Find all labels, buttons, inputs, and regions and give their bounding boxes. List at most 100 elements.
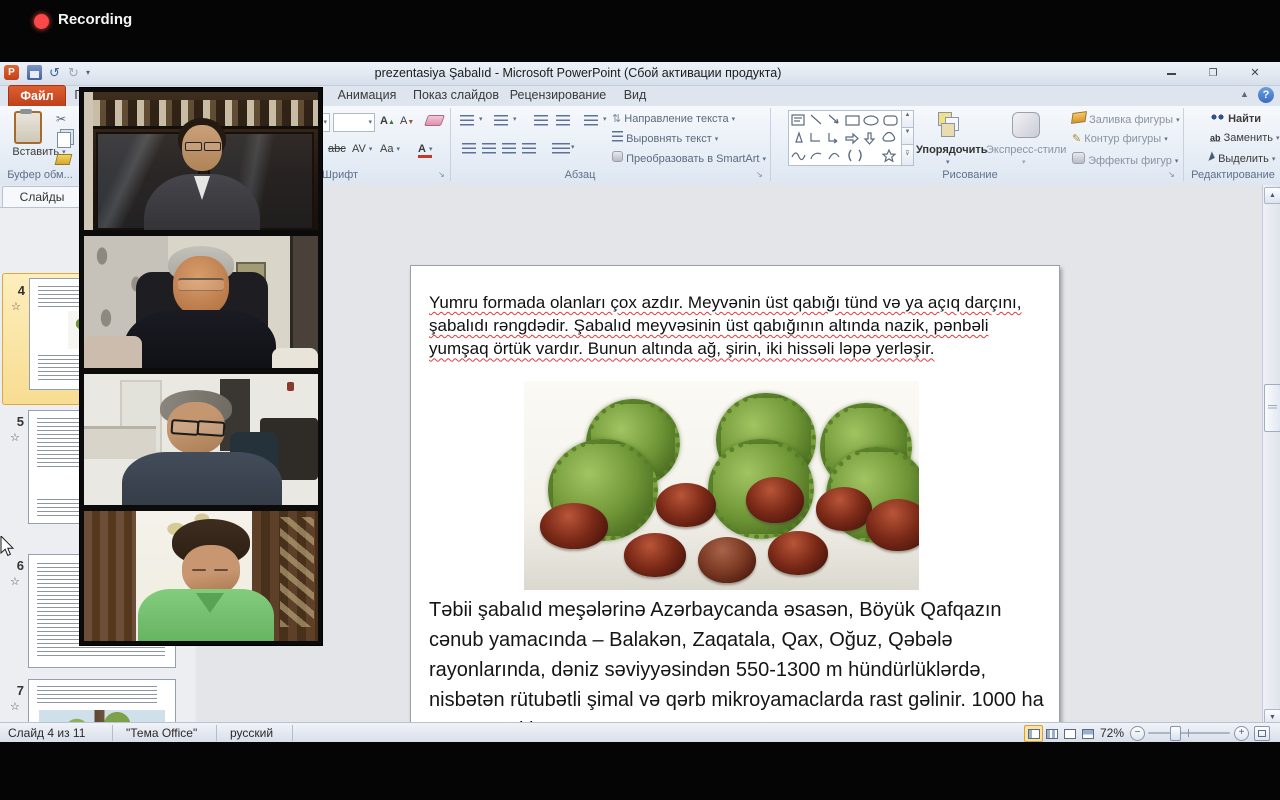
decrease-indent-icon[interactable] — [534, 115, 548, 126]
minimize-button[interactable] — [1158, 66, 1184, 81]
animation-star-icon[interactable]: ☆ — [10, 575, 24, 588]
tab-animation[interactable]: Анимация — [330, 85, 404, 106]
video-participant-4[interactable] — [84, 511, 318, 641]
help-icon[interactable]: ? — [1258, 87, 1274, 103]
blanket — [84, 336, 142, 368]
quick-styles-dropdown-icon: ▾ — [1022, 158, 1026, 166]
bottom-screen-bar — [0, 742, 1280, 800]
align-left-icon[interactable] — [462, 143, 476, 154]
close-button[interactable] — [1242, 66, 1268, 81]
numbering-icon[interactable] — [494, 115, 508, 126]
chestnut-image[interactable] — [524, 381, 919, 590]
scrollbar-thumb[interactable] — [1264, 384, 1280, 432]
replace-button[interactable]: a̲b̲ Заменить — [1210, 132, 1280, 144]
find-button[interactable]: Найти — [1210, 112, 1261, 125]
animation-star-icon[interactable]: ☆ — [10, 431, 24, 444]
slide-canvas[interactable]: Yumru formada olanları çox azdır. Meyvən… — [410, 265, 1060, 753]
slides-tab[interactable]: Слайды — [2, 186, 82, 208]
tab-review[interactable]: Рецензирование — [506, 85, 610, 106]
animation-star-icon[interactable]: ☆ — [11, 300, 25, 313]
normal-view-button[interactable] — [1024, 725, 1043, 742]
line-spacing-dropdown[interactable] — [600, 113, 607, 125]
grow-font-button[interactable]: А▲ — [380, 115, 395, 127]
theme-name: "Тема Office" — [126, 726, 197, 740]
screen: Recording P ↺ ↻ ▾ prezentasiya Şabalıd -… — [0, 0, 1280, 800]
tab-slideshow[interactable]: Показ слайдов — [408, 85, 504, 106]
reading-view-button[interactable] — [1060, 725, 1079, 742]
bullets-dropdown[interactable] — [476, 113, 483, 125]
title-bar: P ↺ ↻ ▾ prezentasiya Şabalıd - Microsoft… — [0, 62, 1280, 86]
zoom-out-icon[interactable]: − — [1130, 726, 1145, 741]
language-indicator[interactable]: русский — [230, 726, 273, 740]
recording-bar: Recording — [0, 0, 1280, 62]
justify-icon[interactable] — [522, 143, 536, 154]
character-spacing-button[interactable]: AV — [352, 143, 372, 155]
line-spacing-icon[interactable] — [584, 115, 598, 126]
increase-indent-icon[interactable] — [556, 115, 570, 126]
clear-formatting-icon[interactable] — [424, 115, 445, 126]
recording-dot-icon — [34, 14, 49, 29]
video-call-strip — [80, 88, 322, 645]
editing-group-label: Редактирование — [1186, 169, 1280, 183]
stair-rail — [280, 517, 314, 627]
vertical-scrollbar[interactable]: ▲ ▼ ▲▲ ▼▼ — [1262, 185, 1280, 780]
text-direction-button[interactable]: ⇅ Направление текста — [612, 112, 735, 125]
zoom-slider-track[interactable] — [1148, 732, 1230, 734]
copy-icon[interactable] — [57, 132, 71, 148]
zoom-in-icon[interactable]: + — [1234, 726, 1249, 741]
slideshow-view-button[interactable] — [1078, 725, 1097, 742]
quick-styles-button[interactable]: Экспресс-стили — [986, 144, 1066, 156]
slide-number: 4 — [9, 283, 25, 298]
status-bar: Слайд 4 из 11 "Тема Office" русский 72% … — [0, 722, 1280, 743]
participant-2-body — [124, 310, 276, 368]
collapse-ribbon-icon[interactable]: ▲ — [1240, 89, 1249, 99]
shapes-more-icon[interactable]: ⊽ — [901, 144, 914, 166]
tab-file[interactable]: Файл — [8, 85, 66, 107]
shape-outline-button[interactable]: ✎ Контур фигуры — [1072, 132, 1168, 145]
video-participant-1[interactable] — [84, 92, 318, 230]
arrange-icon[interactable] — [938, 112, 960, 134]
scroll-up-icon[interactable]: ▲ — [1264, 187, 1280, 204]
animation-star-icon[interactable]: ☆ — [10, 700, 24, 713]
wall-alarm — [287, 382, 294, 391]
curtain-left — [84, 511, 136, 641]
slide-number: 7 — [8, 683, 24, 698]
participant-3-glasses — [171, 419, 200, 436]
video-participant-3[interactable] — [84, 374, 318, 505]
shapes-gallery[interactable] — [788, 110, 902, 166]
shrink-font-button[interactable]: А▼ — [400, 115, 414, 127]
strikethrough-button[interactable]: abc — [328, 143, 346, 155]
shape-effects-button[interactable]: Эффекты фигур — [1072, 152, 1178, 167]
select-button[interactable]: Выделить — [1210, 152, 1275, 165]
zoom-slider-midtick — [1188, 729, 1189, 737]
numbering-dropdown[interactable] — [510, 113, 517, 125]
paragraph-dialog-launcher-icon[interactable]: ↘ — [756, 170, 766, 180]
zoom-slider-thumb[interactable] — [1170, 726, 1181, 741]
tab-view[interactable]: Вид — [614, 85, 656, 106]
bullets-icon[interactable] — [460, 115, 474, 126]
columns-dropdown[interactable] — [568, 141, 575, 153]
drawing-dialog-launcher-icon[interactable]: ↘ — [1168, 170, 1178, 180]
cut-icon[interactable]: ✂ — [56, 112, 66, 126]
font-size-combo[interactable] — [333, 113, 375, 132]
align-text-button[interactable]: Выровнять текст — [612, 131, 718, 145]
slide-sorter-button[interactable] — [1042, 725, 1061, 742]
participant-4-face — [182, 545, 240, 595]
align-center-icon[interactable] — [482, 143, 496, 154]
slide-text-block-1[interactable]: Yumru formada olanları çox azdır. Meyvən… — [429, 291, 1043, 361]
arrange-button[interactable]: Упорядочить — [916, 144, 984, 156]
zoom-percentage[interactable]: 72% — [1100, 726, 1124, 740]
shape-fill-button[interactable]: Заливка фигуры — [1072, 112, 1180, 126]
align-right-icon[interactable] — [502, 143, 516, 154]
quick-styles-icon[interactable] — [1012, 112, 1040, 138]
change-case-button[interactable]: Aa — [380, 143, 400, 155]
video-participant-2[interactable] — [84, 236, 318, 368]
participant-4-eye — [192, 569, 206, 571]
font-color-button[interactable]: А — [418, 143, 432, 158]
font-dialog-launcher-icon[interactable]: ↘ — [438, 170, 448, 180]
smartart-button[interactable]: Преобразовать в SmartArt — [612, 151, 766, 165]
paragraph-group-label: Абзац — [520, 169, 640, 183]
fit-to-window-icon[interactable] — [1254, 726, 1270, 741]
restore-button[interactable] — [1200, 66, 1226, 81]
format-painter-icon[interactable] — [55, 154, 73, 165]
